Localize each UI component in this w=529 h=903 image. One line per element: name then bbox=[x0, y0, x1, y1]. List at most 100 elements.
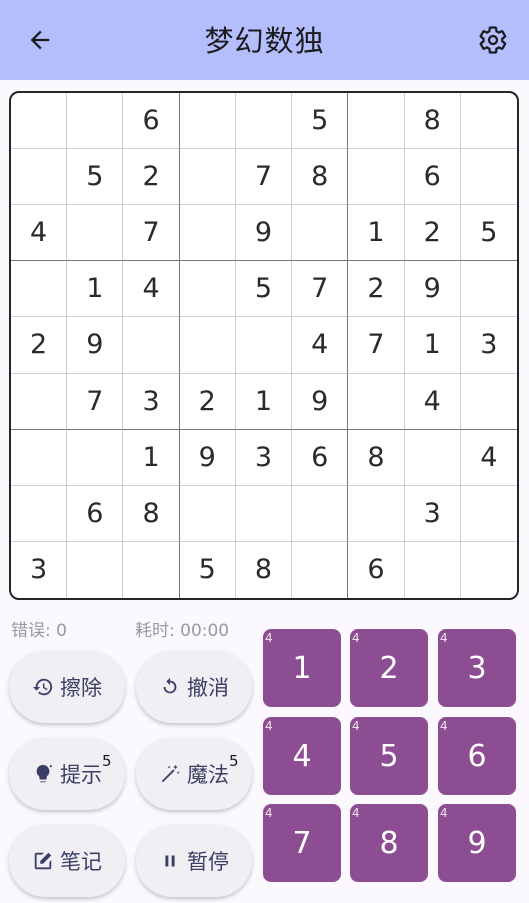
sudoku-cell[interactable]: 2 bbox=[179, 373, 236, 430]
sudoku-cell[interactable]: 5 bbox=[67, 149, 124, 206]
sudoku-cell[interactable]: 3 bbox=[11, 541, 68, 598]
sudoku-cell[interactable] bbox=[67, 93, 124, 150]
sudoku-cell[interactable]: 1 bbox=[348, 205, 405, 262]
sudoku-cell[interactable]: 2 bbox=[404, 205, 461, 262]
sudoku-cell[interactable]: 4 bbox=[292, 317, 349, 374]
sudoku-cell[interactable] bbox=[292, 205, 349, 262]
sudoku-cell[interactable] bbox=[123, 317, 180, 374]
sudoku-cell[interactable] bbox=[179, 261, 236, 318]
app-bar: 梦幻数独 bbox=[0, 0, 529, 80]
number-key-6[interactable]: 46 bbox=[438, 717, 516, 795]
sudoku-cell[interactable]: 3 bbox=[404, 485, 461, 542]
sudoku-cell[interactable]: 9 bbox=[404, 261, 461, 318]
sudoku-cell[interactable]: 5 bbox=[235, 261, 293, 318]
sudoku-cell[interactable]: 7 bbox=[292, 261, 349, 318]
sudoku-cell[interactable] bbox=[405, 541, 461, 598]
sudoku-cell[interactable]: 7 bbox=[123, 205, 180, 262]
sudoku-cell[interactable]: 2 bbox=[348, 261, 405, 318]
sudoku-cell[interactable]: 2 bbox=[11, 317, 68, 374]
number-key-7[interactable]: 47 bbox=[263, 804, 341, 882]
number-key-1[interactable]: 41 bbox=[263, 629, 341, 707]
number-key-5[interactable]: 45 bbox=[350, 717, 428, 795]
sudoku-cell[interactable]: 8 bbox=[292, 149, 349, 206]
sudoku-cell[interactable] bbox=[235, 485, 293, 542]
sudoku-cell[interactable]: 9 bbox=[179, 429, 236, 486]
sudoku-cell[interactable] bbox=[179, 149, 236, 206]
sudoku-cell[interactable]: 1 bbox=[404, 317, 461, 374]
number-key-3[interactable]: 43 bbox=[438, 629, 516, 707]
sudoku-cell[interactable]: 6 bbox=[67, 485, 124, 542]
sudoku-cell[interactable] bbox=[67, 429, 124, 486]
sudoku-cell[interactable] bbox=[460, 93, 517, 150]
sudoku-cell[interactable]: 4 bbox=[11, 205, 68, 262]
number-key-2[interactable]: 42 bbox=[350, 629, 428, 707]
sudoku-cell[interactable]: 6 bbox=[348, 541, 405, 598]
sudoku-cell[interactable] bbox=[11, 485, 68, 542]
sudoku-cell[interactable] bbox=[348, 485, 405, 542]
sudoku-cell[interactable]: 2 bbox=[123, 149, 180, 206]
sudoku-cell[interactable] bbox=[348, 149, 405, 206]
sudoku-cell[interactable]: 7 bbox=[67, 373, 124, 430]
sudoku-cell[interactable]: 8 bbox=[348, 429, 405, 486]
notes-button[interactable]: 笔记 bbox=[9, 825, 125, 897]
sudoku-cell[interactable]: 3 bbox=[235, 429, 293, 486]
sudoku-cell[interactable]: 6 bbox=[404, 149, 461, 206]
sudoku-cell[interactable]: 3 bbox=[123, 373, 180, 430]
sudoku-cell[interactable]: 5 bbox=[460, 205, 517, 262]
sudoku-cell[interactable] bbox=[11, 93, 68, 150]
sudoku-cell[interactable] bbox=[123, 541, 180, 598]
sudoku-cell[interactable]: 7 bbox=[348, 317, 405, 374]
sudoku-cell[interactable] bbox=[460, 486, 517, 542]
pause-button[interactable]: 暂停 bbox=[136, 825, 252, 897]
sudoku-cell[interactable]: 1 bbox=[235, 373, 293, 430]
key-digit: 3 bbox=[467, 650, 487, 686]
sudoku-cell[interactable] bbox=[179, 93, 236, 150]
number-key-9[interactable]: 49 bbox=[438, 804, 516, 882]
sudoku-cell[interactable] bbox=[235, 317, 293, 374]
sudoku-cell[interactable]: 4 bbox=[460, 430, 517, 486]
sudoku-cell[interactable] bbox=[348, 93, 405, 150]
sudoku-cell[interactable] bbox=[11, 261, 68, 318]
sudoku-cell[interactable] bbox=[11, 429, 68, 486]
sudoku-cell[interactable] bbox=[292, 485, 349, 542]
magic-button[interactable]: 魔法 5 bbox=[136, 738, 252, 810]
sudoku-cell[interactable]: 5 bbox=[180, 541, 236, 598]
undo-button[interactable]: 撤消 bbox=[136, 651, 252, 723]
sudoku-cell[interactable]: 8 bbox=[123, 485, 180, 542]
sudoku-cell[interactable] bbox=[179, 485, 236, 542]
magic-count-badge: 5 bbox=[229, 752, 239, 770]
sudoku-cell[interactable] bbox=[292, 541, 349, 598]
sudoku-cell[interactable] bbox=[11, 373, 68, 430]
sudoku-cell[interactable] bbox=[348, 373, 405, 430]
sudoku-cell[interactable] bbox=[179, 205, 236, 262]
sudoku-cell[interactable] bbox=[179, 317, 236, 374]
sudoku-cell[interactable]: 8 bbox=[236, 541, 293, 598]
sudoku-cell[interactable]: 4 bbox=[404, 373, 461, 430]
sudoku-cell[interactable]: 8 bbox=[404, 93, 461, 150]
gear-icon[interactable] bbox=[474, 21, 512, 59]
sudoku-cell[interactable]: 3 bbox=[460, 317, 517, 374]
sudoku-cell[interactable]: 9 bbox=[292, 373, 349, 430]
sudoku-cell[interactable]: 9 bbox=[235, 205, 293, 262]
number-key-8[interactable]: 48 bbox=[350, 804, 428, 882]
sudoku-cell[interactable] bbox=[460, 374, 517, 430]
sudoku-cell[interactable]: 6 bbox=[123, 93, 180, 150]
sudoku-cell[interactable] bbox=[235, 93, 293, 150]
sudoku-cell[interactable]: 1 bbox=[123, 429, 180, 486]
sudoku-cell[interactable] bbox=[460, 149, 517, 206]
sudoku-cell[interactable] bbox=[67, 541, 124, 598]
sudoku-cell[interactable]: 7 bbox=[235, 149, 293, 206]
sudoku-cell[interactable] bbox=[460, 261, 517, 318]
sudoku-cell[interactable]: 9 bbox=[67, 317, 124, 374]
sudoku-cell[interactable]: 6 bbox=[292, 429, 349, 486]
sudoku-cell[interactable] bbox=[461, 542, 517, 598]
sudoku-cell[interactable] bbox=[11, 149, 68, 206]
sudoku-cell[interactable] bbox=[67, 205, 124, 262]
hint-button[interactable]: 提示 5 bbox=[9, 738, 125, 810]
sudoku-cell[interactable]: 5 bbox=[292, 93, 349, 150]
sudoku-cell[interactable]: 1 bbox=[67, 261, 124, 318]
sudoku-cell[interactable]: 4 bbox=[123, 261, 180, 318]
sudoku-cell[interactable] bbox=[404, 429, 461, 486]
erase-button[interactable]: 擦除 bbox=[9, 651, 125, 723]
number-key-4[interactable]: 44 bbox=[263, 717, 341, 795]
